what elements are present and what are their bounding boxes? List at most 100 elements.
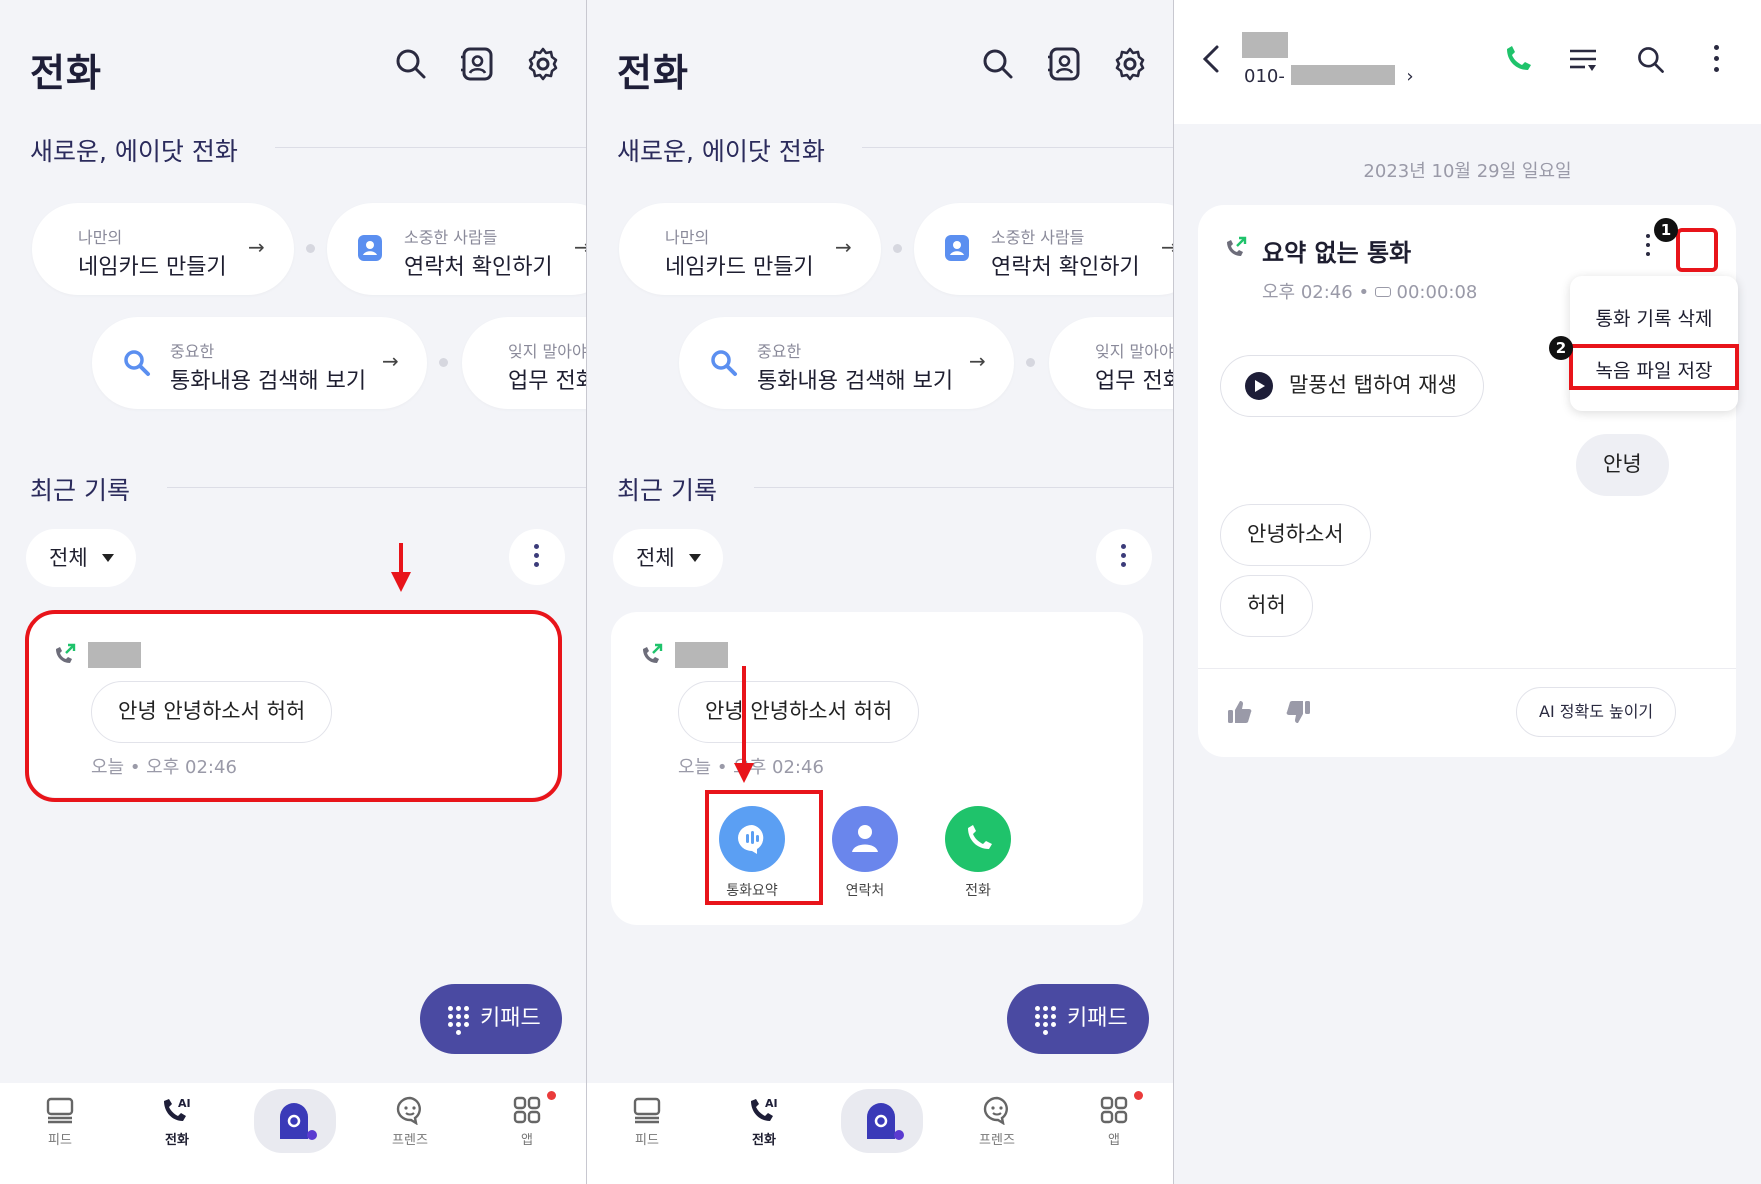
- feed-icon: [633, 1097, 661, 1124]
- action-label: 전화: [965, 883, 991, 899]
- keypad-button[interactable]: 키패드: [1007, 984, 1149, 1054]
- filter-list-icon[interactable]: [1567, 46, 1599, 76]
- contacts-icon[interactable]: [459, 46, 495, 82]
- call-action-button[interactable]: 전화: [933, 806, 1023, 900]
- back-arrow-icon[interactable]: [1200, 44, 1222, 74]
- play-icon: [1245, 372, 1273, 400]
- chip-namecard[interactable]: 나만의 네임카드 만들기 →: [32, 203, 294, 295]
- chip-search[interactable]: 중요한 통화내용 검색해 보기 →: [92, 317, 427, 409]
- divider-line: [167, 487, 587, 488]
- outgoing-call-icon: [1227, 236, 1247, 256]
- more-vertical-icon: [1121, 544, 1127, 571]
- chip-main: 연락처 확인하기: [991, 255, 1140, 280]
- tab-label: 앱: [1108, 1133, 1120, 1148]
- chip-sub: 소중한 사람들: [991, 228, 1085, 247]
- chip-contacts[interactable]: 소중한 사람들 연락처 확인하기 →: [327, 203, 587, 295]
- bottom-tab-bar: 피드 AI 전화 프렌즈 앱: [0, 1083, 587, 1184]
- dot-separator: [306, 244, 315, 253]
- contacts-icon[interactable]: [1046, 46, 1082, 82]
- call-duration: 00:00:08: [1396, 282, 1478, 303]
- tab-feed[interactable]: 피드: [607, 1095, 687, 1148]
- tab-friends[interactable]: 프렌즈: [957, 1095, 1037, 1148]
- divider-line: [862, 147, 1174, 148]
- phone-icon: [945, 806, 1011, 872]
- transcript-bubble-right[interactable]: 안녕: [1576, 434, 1669, 496]
- notification-dot: [547, 1091, 556, 1100]
- chip-main: 연락처 확인하기: [404, 255, 553, 280]
- tab-friends[interactable]: 프렌즈: [370, 1095, 450, 1148]
- section-title-new: 새로운, 에이닷 전화: [617, 137, 825, 166]
- improve-accuracy-button[interactable]: AI 정확도 높이기: [1516, 687, 1677, 737]
- arrow-right-icon: →: [835, 235, 852, 259]
- filter-dropdown[interactable]: 전체: [613, 529, 723, 587]
- annotation-highlight-box: [25, 610, 562, 802]
- adot-home-button[interactable]: [841, 1089, 923, 1153]
- panel-call-detail: 010- › 2023년 10월 29일 일요일 요약 없는 통화 오후 02:…: [1174, 0, 1761, 1184]
- tab-apps[interactable]: 앱: [487, 1095, 567, 1148]
- search-icon[interactable]: [393, 46, 429, 82]
- step-badge-2: 2: [1549, 336, 1573, 360]
- annotation-highlight-box: [1569, 344, 1739, 390]
- thumbs-down-icon[interactable]: [1284, 698, 1312, 726]
- chip-contacts[interactable]: 소중한 사람들 연락처 확인하기 →: [914, 203, 1174, 295]
- menu-item-delete[interactable]: 통화 기록 삭제: [1570, 304, 1738, 331]
- tab-apps[interactable]: 앱: [1074, 1095, 1154, 1148]
- more-options-button[interactable]: [1096, 529, 1152, 585]
- panel-phone-home: 전화 새로운, 에이닷 전화 나만의 네임카드 만들기 → 소중한 사람들 연락…: [0, 0, 587, 1184]
- filter-dropdown[interactable]: 전체: [26, 529, 136, 587]
- adot-logo-icon: [280, 1103, 317, 1140]
- chip-main: 통화내용 검색해 보기: [170, 369, 367, 394]
- tab-phone[interactable]: AI 전화: [137, 1095, 217, 1148]
- adot-home-button[interactable]: [254, 1089, 336, 1153]
- chip-work-call[interactable]: 잊지 말아야 업무 전화: [462, 317, 587, 409]
- outgoing-call-icon: [643, 643, 663, 663]
- detail-header: 010- ›: [1174, 0, 1761, 124]
- chip-sub: 중요한: [757, 342, 802, 361]
- search-icon[interactable]: [1635, 44, 1667, 76]
- thumbs-up-icon[interactable]: [1226, 698, 1254, 726]
- chip-sub: 나만의: [78, 228, 123, 247]
- tab-label: 프렌즈: [392, 1133, 428, 1148]
- contact-book-icon: [945, 235, 969, 261]
- filter-label: 전체: [636, 546, 675, 570]
- search-icon: [711, 350, 737, 376]
- chip-main: 업무 전화: [1095, 369, 1174, 394]
- adot-logo-icon: [867, 1103, 904, 1140]
- chip-work-call[interactable]: 잊지 말아야 업무 전화: [1049, 317, 1174, 409]
- play-button[interactable]: 말풍선 탭하여 재생: [1220, 355, 1484, 417]
- card-more-icon[interactable]: [1646, 234, 1652, 256]
- bottom-tab-bar: 피드 AI 전화 프렌즈 앱: [587, 1083, 1174, 1184]
- arrow-right-icon: →: [382, 349, 399, 373]
- ai-badge: AI: [765, 1097, 778, 1110]
- keypad-label: 키패드: [1067, 1006, 1128, 1031]
- divider-line: [275, 147, 587, 148]
- gear-icon[interactable]: [525, 46, 561, 82]
- redacted-name: [675, 642, 728, 668]
- dot-separator: [893, 244, 902, 253]
- more-options-button[interactable]: [509, 529, 565, 585]
- transcript-bubble-left[interactable]: 안녕하소서: [1220, 504, 1371, 566]
- transcript-bubble-left[interactable]: 허허: [1220, 575, 1313, 637]
- chip-search[interactable]: 중요한 통화내용 검색해 보기 →: [679, 317, 1014, 409]
- phone-icon[interactable]: [1502, 44, 1534, 76]
- chip-main: 네임카드 만들기: [78, 255, 227, 280]
- call-transcript-bubble[interactable]: 안녕 안녕하소서 허허: [678, 681, 920, 743]
- gear-icon[interactable]: [1112, 46, 1148, 82]
- keypad-button[interactable]: 키패드: [420, 984, 562, 1054]
- phone-number[interactable]: 010- ›: [1244, 65, 1414, 87]
- tab-label: 피드: [635, 1133, 659, 1148]
- contact-action-button[interactable]: 연락처: [820, 806, 910, 900]
- call-time-meta: 오후 02:46 • 00:00:08: [1262, 282, 1478, 303]
- tab-feed[interactable]: 피드: [20, 1095, 100, 1148]
- chip-namecard[interactable]: 나만의 네임카드 만들기 →: [619, 203, 881, 295]
- chat-bubble-icon: [396, 1096, 421, 1125]
- more-vertical-icon[interactable]: [1714, 45, 1720, 72]
- panel-phone-actions: 전화 새로운, 에이닷 전화 나만의 네임카드 만들기 → 소중한 사람들 연락…: [587, 0, 1174, 1184]
- dot-separator: [1026, 358, 1035, 367]
- section-title-recent: 최근 기록: [617, 476, 717, 505]
- search-icon[interactable]: [980, 46, 1016, 82]
- section-title-recent: 최근 기록: [30, 476, 130, 505]
- tab-phone[interactable]: AI 전화: [724, 1095, 804, 1148]
- page-title: 전화: [30, 51, 102, 95]
- annotation-arrow: [742, 666, 746, 764]
